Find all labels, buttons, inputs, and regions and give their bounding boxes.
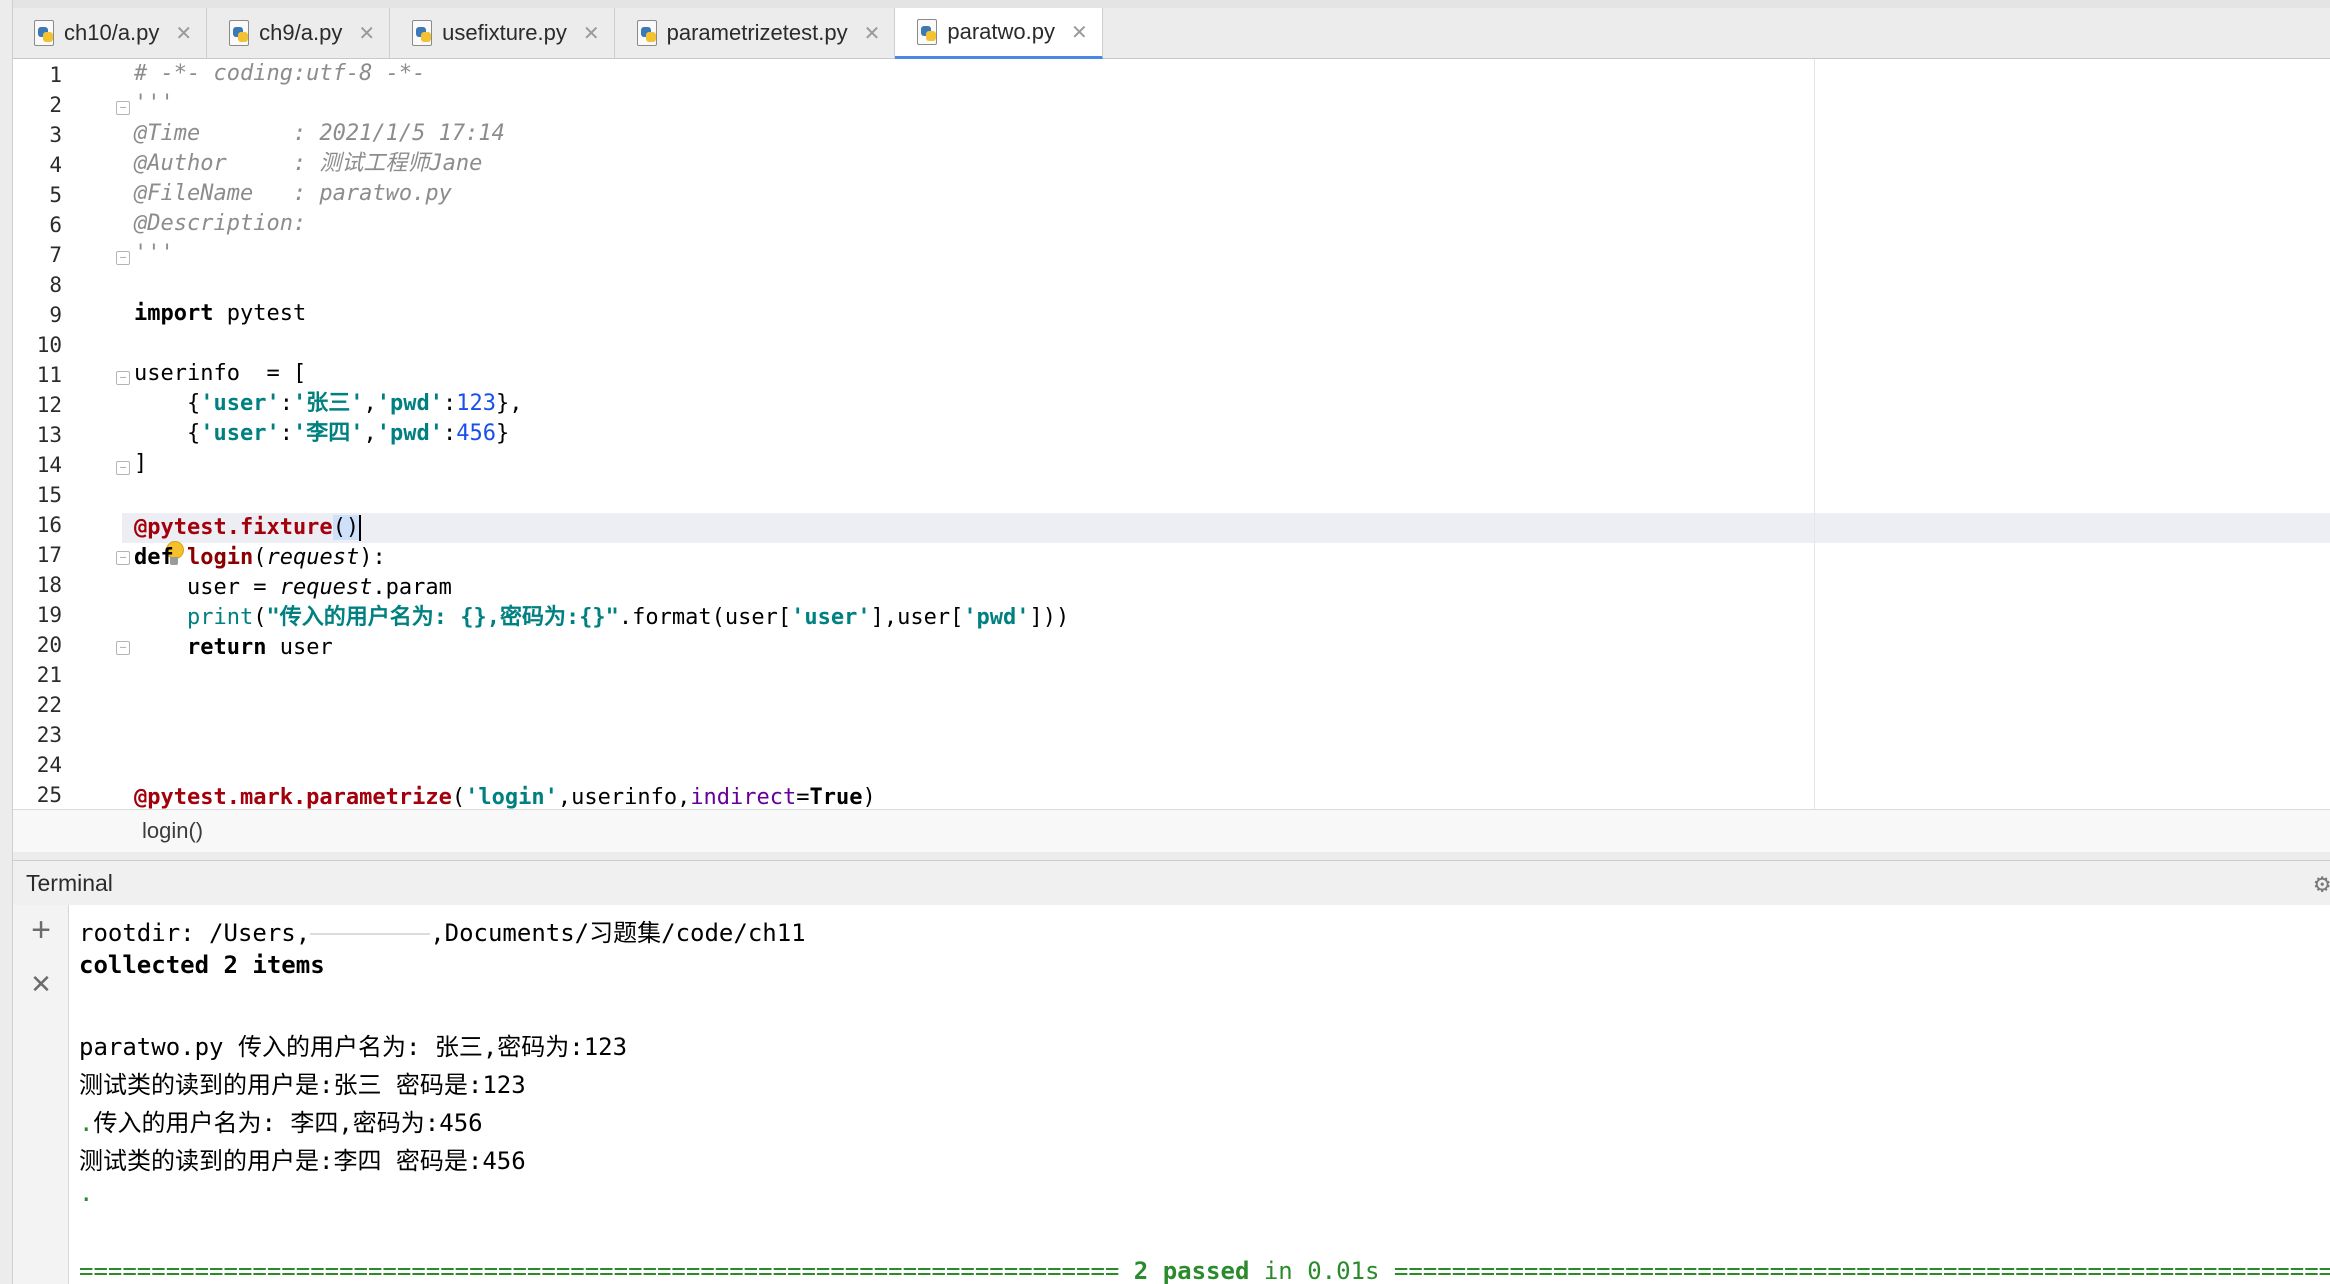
terminal-toolbar: + ✕ <box>12 905 69 1284</box>
code-line-3: @Time : 2021/1/5 17:14 <box>134 121 505 146</box>
tab-ch9-a-py[interactable]: ch9/a.py ✕ <box>207 8 391 58</box>
python-file-icon <box>915 19 939 45</box>
terminal-line: paratwo.py 传入的用户名为: 张三,密码为:123 <box>79 1033 628 1061</box>
python-file-icon <box>635 20 659 46</box>
code-line-5: @FileName : paratwo.py <box>134 181 452 206</box>
close-icon[interactable]: ✕ <box>583 21 600 46</box>
close-icon[interactable]: ✕ <box>358 21 375 46</box>
breadcrumb: login() <box>12 809 2330 853</box>
line-number: 23 <box>36 723 62 747</box>
line-number: 10 <box>36 333 62 357</box>
line-number: 20 <box>36 633 62 657</box>
code-line-11: userinfo = [ <box>134 361 307 386</box>
tab-label: paratwo.py <box>947 19 1055 44</box>
tab-paratwo-py[interactable]: paratwo.py ✕ <box>895 8 1103 59</box>
terminal-title[interactable]: Terminal <box>26 870 113 897</box>
line-number: 21 <box>36 663 62 687</box>
terminal-output[interactable]: rootdir: /Users, ,Documents/习题集/code/ch11… <box>69 905 2330 1284</box>
code-line-14: ] <box>134 451 148 476</box>
tab-label: ch9/a.py <box>259 20 343 45</box>
line-number: 16 <box>36 513 62 537</box>
right-margin-guide <box>1814 59 1815 809</box>
tab-label: ch10/a.py <box>64 20 160 45</box>
code-line-12: {'user':'张三','pwd':123}, <box>134 391 523 416</box>
editor-tab-bar: ch10/a.py ✕ ch9/a.py ✕ usefixture.py ✕ p… <box>12 8 2330 59</box>
code-line-17: def login(request): <box>134 545 386 570</box>
gear-icon[interactable]: ⚙ <box>2314 869 2330 899</box>
python-file-icon <box>32 20 56 46</box>
code-line-6: @Description: <box>134 211 307 236</box>
close-session-button[interactable]: ✕ <box>26 969 56 999</box>
tab-parametrizetest-py[interactable]: parametrizetest.py ✕ <box>615 8 896 58</box>
line-number: 7 <box>49 243 62 267</box>
code-line-18: user = request.param <box>134 575 452 600</box>
line-number: 9 <box>49 303 62 327</box>
code-line-9: import pytest <box>134 301 307 326</box>
code-line-4: @Author : 测试工程师Jane <box>134 151 483 176</box>
line-number: 15 <box>36 483 62 507</box>
line-number: 17 <box>36 543 62 567</box>
code-line-16: @pytest.fixture() <box>134 515 362 541</box>
line-number: 6 <box>49 213 62 237</box>
fold-marker-icon[interactable]: – <box>116 101 130 115</box>
terminal-line: .传入的用户名为: 李四,密码为:456 <box>79 1109 483 1137</box>
close-icon[interactable]: ✕ <box>1071 20 1088 45</box>
new-session-button[interactable]: + <box>26 913 56 947</box>
code-line-13: {'user':'李四','pwd':456} <box>134 421 510 446</box>
line-number: 11 <box>36 363 62 387</box>
line-number: 2 <box>49 93 62 117</box>
text-caret <box>359 515 362 541</box>
line-number: 4 <box>49 153 62 177</box>
redacted-text <box>310 933 431 935</box>
tab-label: usefixture.py <box>442 20 567 45</box>
line-number: 25 <box>36 783 62 807</box>
fold-marker-icon[interactable]: – <box>116 461 130 475</box>
line-number: 5 <box>49 183 62 207</box>
code-line-1: # -*- coding:utf-8 -*- <box>134 61 426 86</box>
code-editor[interactable]: 1 2 3 4 5 6 7 8 9 10 11 12 13 14 15 16 1… <box>12 59 2330 809</box>
code-line-2: ''' <box>134 91 174 116</box>
line-number: 22 <box>36 693 62 717</box>
terminal-line: collected 2 items <box>79 951 325 979</box>
fold-marker-icon[interactable]: – <box>116 371 130 385</box>
line-number: 12 <box>36 393 62 417</box>
line-number: 8 <box>49 273 62 297</box>
python-file-icon <box>227 20 251 46</box>
terminal-header: Terminal ⚙ <box>12 860 2330 906</box>
code-line-25: @pytest.mark.parametrize('login',userinf… <box>134 785 876 809</box>
fold-marker-icon[interactable]: – <box>116 551 130 565</box>
close-icon[interactable]: ✕ <box>864 21 881 46</box>
tab-ch10-a-py[interactable]: ch10/a.py ✕ <box>12 8 208 58</box>
line-number: 3 <box>49 123 62 147</box>
tab-label: parametrizetest.py <box>666 20 848 45</box>
terminal-line: . <box>79 1179 94 1207</box>
line-number: 1 <box>49 63 62 87</box>
panel-divider[interactable] <box>12 852 2330 860</box>
terminal-line: rootdir: /Users, ,Documents/习题集/code/ch11 <box>79 919 806 947</box>
close-icon[interactable]: ✕ <box>175 21 192 46</box>
breadcrumb-item-login[interactable]: login() <box>142 818 203 844</box>
test-summary-line: ========================================… <box>79 1257 2330 1284</box>
fold-marker-icon[interactable]: – <box>116 641 130 655</box>
line-number: 19 <box>36 603 62 627</box>
line-number: 18 <box>36 573 62 597</box>
left-tool-strip <box>0 0 13 1284</box>
terminal-line: 测试类的读到的用户是:李四 密码是:456 <box>79 1147 526 1175</box>
fold-marker-icon[interactable]: – <box>116 251 130 265</box>
terminal-line: 测试类的读到的用户是:张三 密码是:123 <box>79 1071 526 1099</box>
line-number: 14 <box>36 453 62 477</box>
code-line-7: ''' <box>134 241 174 266</box>
code-line-20: return user <box>186 635 333 660</box>
line-number: 13 <box>36 423 62 447</box>
python-file-icon <box>410 20 434 46</box>
code-line-19: print("传入的用户名为: {},密码为:{}".format(user['… <box>186 605 1070 630</box>
tab-usefixture-py[interactable]: usefixture.py ✕ <box>390 8 615 58</box>
line-number: 24 <box>36 753 62 777</box>
